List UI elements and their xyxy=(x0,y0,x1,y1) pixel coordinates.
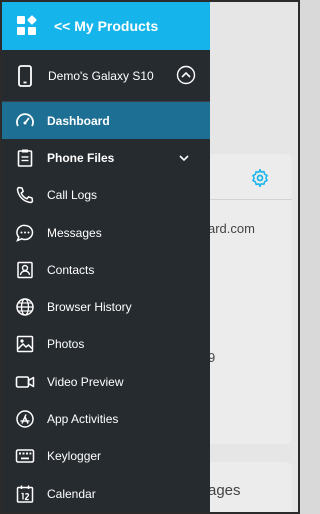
clipboard-icon xyxy=(15,148,35,168)
sidebar-item-browser-history[interactable]: Browser History xyxy=(2,288,210,325)
keyboard-icon xyxy=(15,446,35,466)
chevron-up-icon[interactable] xyxy=(176,65,196,85)
video-camera-icon xyxy=(15,372,35,392)
calendar-icon xyxy=(15,484,35,504)
chat-bubble-icon xyxy=(15,223,35,243)
device-name: Demo's Galaxy S10 xyxy=(48,68,154,83)
apps-grid-icon[interactable] xyxy=(16,15,38,37)
phone-icon xyxy=(15,185,35,205)
email-text: ard.com xyxy=(208,221,255,236)
sidebar-item-keylogger[interactable]: Keylogger xyxy=(2,438,210,475)
sidebar-item-call-logs[interactable]: Call Logs xyxy=(2,177,210,214)
sidebar-item-label: Phone Files xyxy=(47,150,115,165)
sidebar-item-app-activities[interactable]: App Activities xyxy=(2,400,210,437)
sidebar-item-label: Messages xyxy=(47,225,102,240)
sidebar-item-video-preview[interactable]: Video Preview xyxy=(2,363,210,400)
my-products-link[interactable]: << My Products xyxy=(54,18,158,34)
image-icon xyxy=(15,334,35,354)
card-title: ages xyxy=(208,482,241,499)
sidebar-item-photos[interactable]: Photos xyxy=(2,326,210,363)
sidebar-item-dashboard[interactable]: Dashboard xyxy=(2,102,210,140)
settings-icon[interactable] xyxy=(250,168,270,188)
sidebar-item-label: Video Preview xyxy=(47,374,124,389)
smartphone-icon xyxy=(16,64,34,87)
speedometer-icon xyxy=(15,111,35,131)
sidebar-item-label: Call Logs xyxy=(47,188,98,203)
app-frame: ard.com 9 ages << My Products Demo's Gal… xyxy=(0,0,300,514)
sidebar-item-label: Browser History xyxy=(47,300,132,315)
sidebar-item-label: Contacts xyxy=(47,262,95,277)
chevron-down-icon[interactable] xyxy=(178,152,190,164)
device-selector[interactable]: Demo's Galaxy S10 xyxy=(2,50,210,102)
sidebar-item-phone-files[interactable]: Phone Files xyxy=(2,139,210,176)
globe-icon xyxy=(15,297,35,317)
sidebar-item-messages[interactable]: Messages xyxy=(2,214,210,251)
sidebar-item-label: Photos xyxy=(47,337,85,352)
navigation-drawer: << My Products Demo's Galaxy S10 Dashboa… xyxy=(2,2,210,512)
app-store-icon xyxy=(15,409,35,429)
sidebar-item-label: Calendar xyxy=(47,486,96,501)
sidebar-item-calendar[interactable]: Calendar xyxy=(2,475,210,512)
sidebar-item-contacts[interactable]: Contacts xyxy=(2,251,210,288)
drawer-header: << My Products xyxy=(2,2,210,50)
sidebar-item-label: App Activities xyxy=(47,412,119,427)
sidebar-item-label: Keylogger xyxy=(47,449,102,464)
sidebar-menu: Dashboard Phone Files Call Logs Messages… xyxy=(2,102,210,512)
sidebar-item-label: Dashboard xyxy=(47,113,110,128)
contact-card-icon xyxy=(15,260,35,280)
